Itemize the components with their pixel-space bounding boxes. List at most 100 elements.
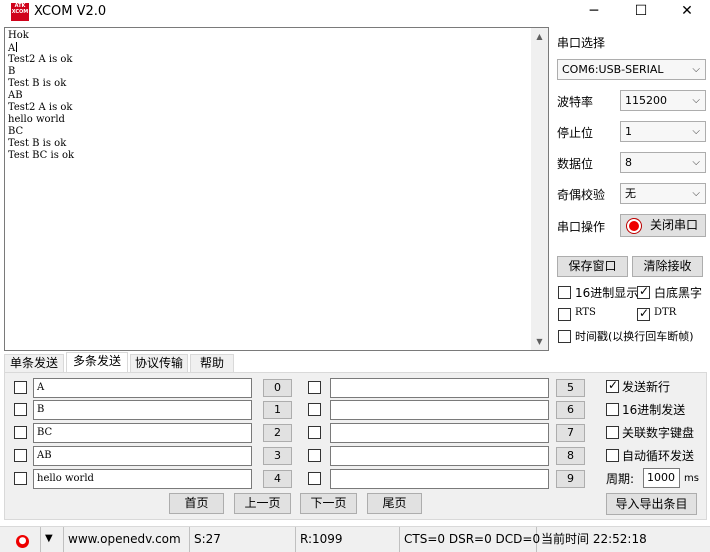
multi-row-send-button[interactable]: 5 [556, 379, 585, 397]
hex-display-checkbox[interactable] [558, 286, 571, 299]
status-record-icon[interactable]: ● [0, 527, 41, 552]
multi-row-send-button[interactable]: 3 [263, 447, 292, 465]
scrollbar-track[interactable] [531, 45, 548, 333]
multi-row-checkbox[interactable] [308, 381, 321, 394]
period-input[interactable]: 1000 [643, 468, 680, 488]
receive-line: A [8, 42, 18, 54]
minimize-button[interactable]: ─ [571, 0, 617, 24]
clear-receive-button[interactable]: 清除接收 [632, 256, 703, 277]
data-bits-select[interactable]: 8 ⌵ [620, 152, 706, 173]
tab-single-send[interactable]: 单条发送 [4, 354, 64, 373]
timestamp-checkbox[interactable] [558, 330, 571, 343]
parity-value: 无 [625, 187, 636, 200]
receive-line: AB [8, 90, 23, 101]
parity-label: 奇偶校验 [557, 188, 606, 202]
tab-multi-send[interactable]: 多条发送 [66, 352, 128, 373]
receive-textarea[interactable]: Hok A Test2 A is ok B Test B is ok AB Test2 A … [4, 27, 549, 351]
port-status-icon [627, 219, 641, 233]
scroll-up-arrow-icon[interactable]: ▲ [531, 28, 548, 45]
keypad-checkbox[interactable] [606, 426, 619, 439]
multi-row-send-button[interactable]: 8 [556, 447, 585, 465]
receive-line: B [8, 66, 16, 77]
multi-row-send-button[interactable]: 2 [263, 424, 292, 442]
multi-row-input[interactable]: AB [33, 446, 252, 466]
white-black-checkbox[interactable] [637, 284, 650, 299]
first-page-button[interactable]: 首页 [169, 493, 224, 514]
multi-row-checkbox[interactable] [14, 426, 27, 439]
port-value: COM6:USB-SERIAL [562, 63, 664, 76]
multi-row-input[interactable] [330, 469, 549, 489]
multi-row-input[interactable]: B [33, 400, 252, 420]
tab-help[interactable]: 帮助 [190, 354, 234, 373]
multi-row-checkbox[interactable] [14, 381, 27, 394]
multi-row-send-button[interactable]: 4 [263, 470, 292, 488]
last-page-button[interactable]: 尾页 [367, 493, 422, 514]
hex-send-label: 16进制发送 [622, 403, 686, 417]
multi-row-input[interactable]: BC [33, 423, 252, 443]
prev-page-button[interactable]: 上一页 [234, 493, 291, 514]
multi-row-checkbox[interactable] [14, 472, 27, 485]
hex-send-checkbox[interactable] [606, 403, 619, 416]
title-bar: ATK XCOM XCOM V2.0 ─ ☐ ✕ [0, 0, 710, 24]
chevron-down-icon: ⌵ [692, 188, 700, 199]
chevron-down-icon: ⌵ [692, 126, 700, 137]
multi-row-checkbox[interactable] [14, 449, 27, 462]
multi-row-input[interactable] [330, 423, 549, 443]
port-select[interactable]: COM6:USB-SERIAL ⌵ [557, 59, 706, 80]
receive-line: BC [8, 126, 24, 137]
close-button[interactable]: ✕ [664, 0, 710, 24]
multi-row-input[interactable] [330, 400, 549, 420]
dtr-checkbox[interactable] [637, 306, 650, 321]
import-export-button[interactable]: 导入导出条目 [606, 493, 697, 515]
save-window-button[interactable]: 保存窗口 [557, 256, 628, 277]
chevron-down-icon: ⌵ [692, 64, 700, 75]
multi-row-checkbox[interactable] [308, 426, 321, 439]
maximize-button[interactable]: ☐ [618, 0, 664, 24]
status-url[interactable]: www.openedv.com [64, 527, 190, 552]
multi-row-checkbox[interactable] [308, 472, 321, 485]
auto-loop-label: 自动循环发送 [622, 449, 695, 463]
window-title: XCOM V2.0 [34, 4, 107, 19]
status-dropdown-icon[interactable]: ▼ [41, 527, 64, 552]
send-newline-checkbox[interactable] [606, 378, 619, 393]
multi-row-send-button[interactable]: 1 [263, 401, 292, 419]
multi-row-send-button[interactable]: 0 [263, 379, 292, 397]
multi-row-checkbox[interactable] [308, 449, 321, 462]
multi-row-input[interactable]: A [33, 378, 252, 398]
hex-display-label: 16进制显示 [575, 286, 639, 300]
chevron-down-icon: ⌵ [692, 95, 700, 106]
stop-bits-value: 1 [625, 125, 632, 138]
stop-bits-select[interactable]: 1 ⌵ [620, 121, 706, 142]
send-newline-label: 发送新行 [622, 380, 671, 394]
scroll-down-arrow-icon[interactable]: ▼ [531, 333, 548, 350]
multi-row-checkbox[interactable] [308, 403, 321, 416]
close-port-button[interactable]: 关闭串口 [620, 214, 706, 237]
app-logo-icon: ATK XCOM [11, 3, 29, 21]
text-caret [16, 42, 18, 52]
white-black-label: 白底黑字 [654, 286, 703, 300]
multi-row-input[interactable]: hello world [33, 469, 252, 489]
stop-bits-label: 停止位 [557, 126, 594, 140]
multi-row-checkbox[interactable] [14, 403, 27, 416]
receive-line: Test2 A is ok [8, 102, 73, 113]
rts-label: RTS [575, 307, 596, 318]
multi-row-send-button[interactable]: 6 [556, 401, 585, 419]
port-op-label: 串口操作 [557, 220, 606, 234]
multi-row-input[interactable] [330, 446, 549, 466]
receive-lines: Hok A Test2 A is ok B Test B is ok AB Test2 A … [5, 28, 548, 162]
multi-row-send-button[interactable]: 9 [556, 470, 585, 488]
next-page-button[interactable]: 下一页 [300, 493, 357, 514]
multi-row-send-button[interactable]: 7 [556, 424, 585, 442]
parity-select[interactable]: 无 ⌵ [620, 183, 706, 204]
close-port-label: 关闭串口 [649, 218, 698, 232]
baud-select[interactable]: 115200 ⌵ [620, 90, 706, 111]
send-tabs: 单条发送 多条发送 协议传输 帮助 [4, 352, 244, 373]
rts-checkbox[interactable] [558, 308, 571, 321]
receive-line: Test2 A is ok [8, 54, 73, 65]
timestamp-label: 时间戳(以换行回车断帧) [575, 330, 694, 343]
keypad-label: 关联数字键盘 [622, 426, 695, 440]
period-unit: ms [684, 473, 699, 484]
multi-row-input[interactable] [330, 378, 549, 398]
tab-protocol[interactable]: 协议传输 [130, 354, 188, 373]
auto-loop-checkbox[interactable] [606, 449, 619, 462]
